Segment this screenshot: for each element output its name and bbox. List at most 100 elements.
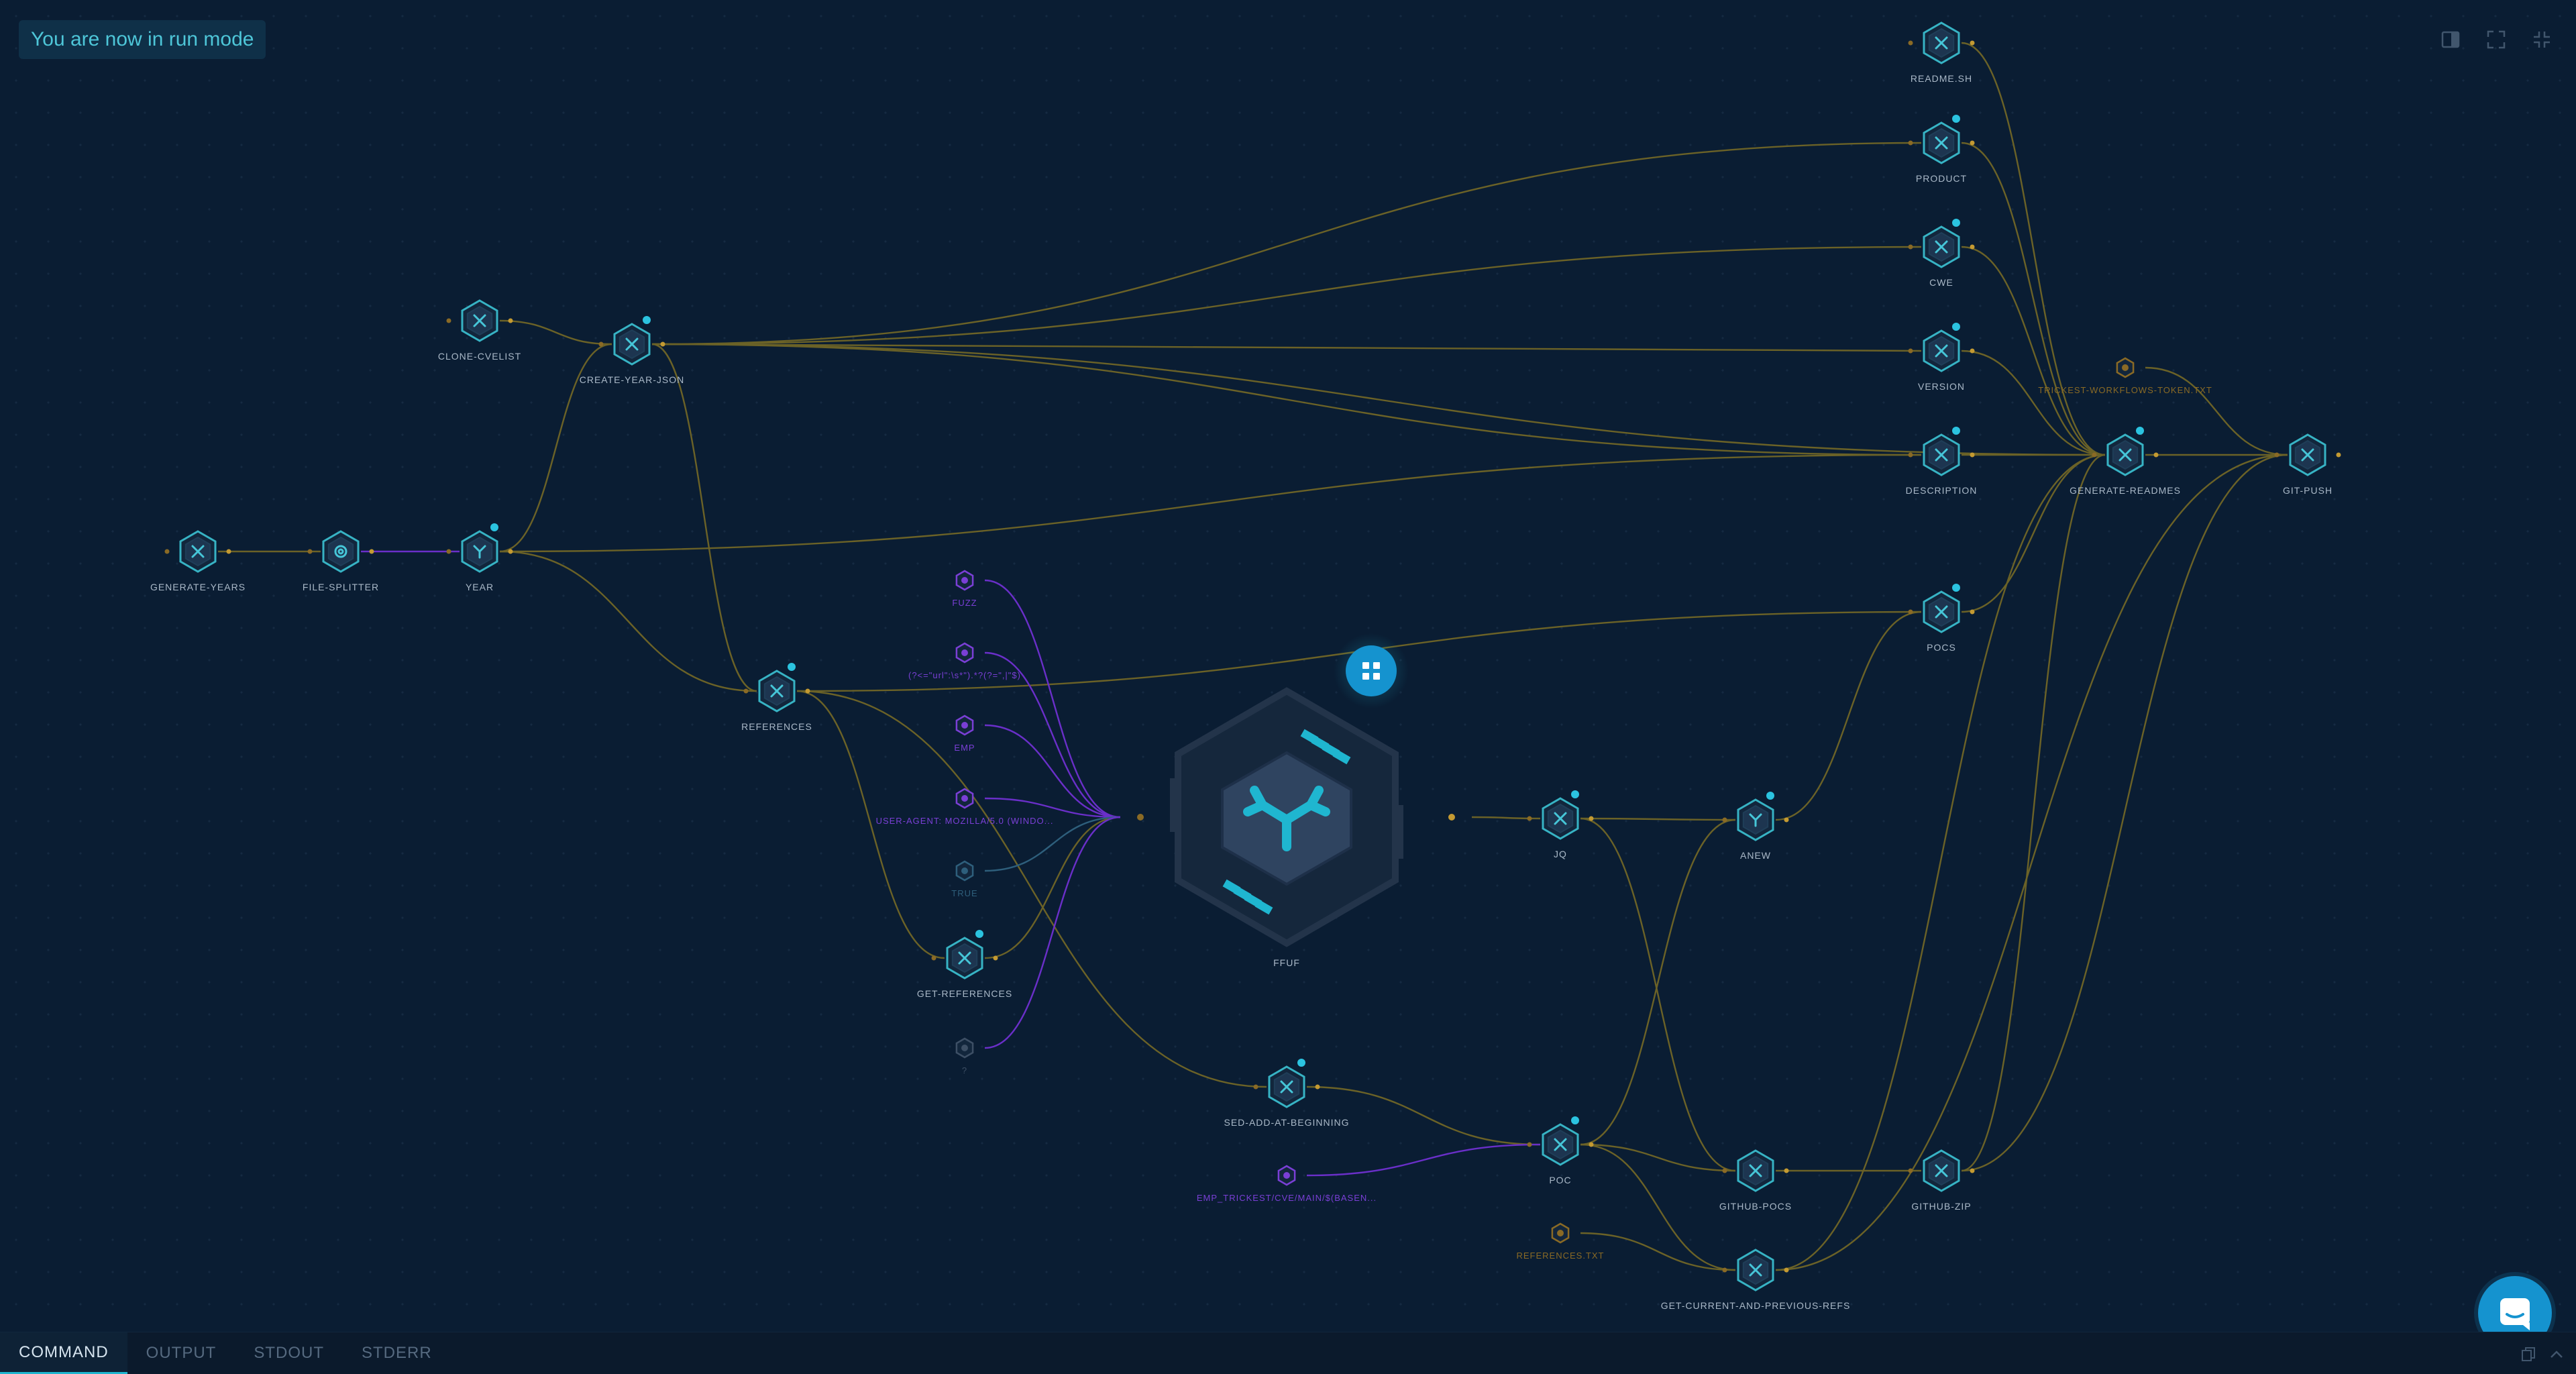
node-get-current-and-previous-refs[interactable]: GET-CURRENT-AND-PREVIOUS-REFS bbox=[1661, 1249, 1851, 1311]
input-handle[interactable] bbox=[2274, 452, 2279, 458]
input-handle[interactable] bbox=[931, 955, 936, 961]
node-label: GENERATE-READMES bbox=[2070, 485, 2181, 496]
output-handle[interactable] bbox=[1970, 244, 1975, 250]
variable-input[interactable]: TRICKEST-WORKFLOWS-TOKEN.TXT bbox=[2038, 357, 2212, 395]
variable-input[interactable]: USER-AGENT: MOZILLA/5.0 (WINDO... bbox=[876, 788, 1054, 826]
edge bbox=[499, 454, 1922, 553]
variable-input[interactable]: FUZZ bbox=[952, 570, 977, 608]
output-handle[interactable] bbox=[226, 549, 231, 554]
input-handle[interactable] bbox=[446, 318, 451, 323]
input-handle[interactable] bbox=[1722, 1168, 1727, 1173]
variable-dot bbox=[961, 867, 968, 874]
ffuf-node[interactable]: FFUF bbox=[1137, 687, 1455, 968]
node-get-references[interactable]: GET-REFERENCES bbox=[917, 930, 1012, 999]
output-handle[interactable] bbox=[1970, 1168, 1975, 1173]
output-handle[interactable] bbox=[805, 688, 810, 694]
output-handle[interactable] bbox=[1970, 140, 1975, 146]
chevron-up-icon[interactable] bbox=[2548, 1346, 2565, 1363]
tab-output[interactable]: OUTPUT bbox=[127, 1332, 235, 1374]
input-handle[interactable] bbox=[743, 688, 749, 694]
variable-input[interactable]: EMP bbox=[954, 715, 975, 753]
variable-input[interactable]: EMP_TRICKEST/CVE/MAIN/$(BASEN... bbox=[1197, 1165, 1377, 1203]
input-handle[interactable] bbox=[1908, 244, 1913, 250]
node-description[interactable]: DESCRIPTION bbox=[1906, 427, 1978, 496]
input-handle[interactable] bbox=[1527, 816, 1532, 821]
node-year[interactable]: YEAR bbox=[446, 523, 513, 592]
variable-label: REFERENCES.TXT bbox=[1516, 1251, 1604, 1261]
input-handle[interactable] bbox=[1253, 1084, 1258, 1090]
node-generate-readmes[interactable]: GENERATE-READMES bbox=[2070, 427, 2181, 496]
node-label: GET-REFERENCES bbox=[917, 988, 1012, 999]
output-handle[interactable] bbox=[1784, 817, 1789, 823]
input-handle[interactable] bbox=[1908, 1168, 1913, 1173]
edge bbox=[1775, 454, 2106, 1271]
tab-command[interactable]: COMMAND bbox=[0, 1332, 127, 1374]
variable-input[interactable]: ? bbox=[955, 1037, 974, 1075]
ffuf-handle-right[interactable] bbox=[1448, 814, 1455, 821]
output-handle[interactable] bbox=[1970, 40, 1975, 46]
input-handle[interactable] bbox=[446, 549, 451, 554]
node-label: PRODUCT bbox=[1916, 173, 1967, 184]
node-generate-years[interactable]: GENERATE-YEARS bbox=[150, 530, 246, 592]
variable-input[interactable]: TRUE bbox=[951, 860, 977, 898]
variable-input[interactable]: (?<="url":\s*").*?(?=",|"$) bbox=[908, 642, 1021, 680]
output-handle[interactable] bbox=[1784, 1168, 1789, 1173]
node-label: CWE bbox=[1929, 277, 1953, 288]
input-handle[interactable] bbox=[1527, 1142, 1532, 1147]
input-handle[interactable] bbox=[164, 549, 170, 554]
input-handle[interactable] bbox=[307, 549, 313, 554]
node-cwe[interactable]: CWE bbox=[1908, 219, 1975, 288]
output-handle[interactable] bbox=[660, 341, 665, 347]
variable-dot bbox=[961, 795, 968, 802]
output-handle[interactable] bbox=[1970, 452, 1975, 458]
input-handle[interactable] bbox=[1908, 40, 1913, 46]
status-dot bbox=[490, 523, 498, 531]
output-handle[interactable] bbox=[1315, 1084, 1320, 1090]
node-product[interactable]: PRODUCT bbox=[1908, 115, 1975, 184]
output-handle[interactable] bbox=[993, 955, 998, 961]
output-handle[interactable] bbox=[1589, 1142, 1594, 1147]
input-handle[interactable] bbox=[1908, 609, 1913, 615]
node-clone-cvelist[interactable]: CLONE-CVELIST bbox=[438, 299, 521, 362]
node-pocs[interactable]: POCS bbox=[1908, 584, 1975, 653]
edge bbox=[1961, 246, 2106, 456]
output-handle[interactable] bbox=[369, 549, 374, 554]
node-sed-add-at-beginning[interactable]: SED-ADD-AT-BEGINNING bbox=[1224, 1059, 1350, 1128]
output-handle[interactable] bbox=[508, 549, 513, 554]
input-handle[interactable] bbox=[1722, 1267, 1727, 1273]
output-handle[interactable] bbox=[2336, 452, 2341, 458]
node-anew[interactable]: ANEW bbox=[1722, 792, 1789, 861]
node-label: POC bbox=[1549, 1175, 1571, 1185]
node-file-splitter[interactable]: FILE-SPLITTER bbox=[303, 530, 379, 592]
node-github-pocs[interactable]: GITHUB-POCS bbox=[1719, 1149, 1792, 1212]
output-handle[interactable] bbox=[1589, 816, 1594, 821]
node-references[interactable]: REFERENCES bbox=[741, 663, 812, 732]
output-handle[interactable] bbox=[1784, 1267, 1789, 1273]
ffuf-handle-left[interactable] bbox=[1137, 814, 1144, 821]
node-git-push[interactable]: GIT-PUSH bbox=[2274, 433, 2341, 496]
input-handle[interactable] bbox=[1908, 348, 1913, 354]
tab-stderr[interactable]: STDERR bbox=[343, 1332, 451, 1374]
input-handle[interactable] bbox=[1908, 452, 1913, 458]
node-inner-hexagon bbox=[327, 536, 354, 567]
node-jq[interactable]: JQ bbox=[1527, 790, 1594, 859]
output-handle[interactable] bbox=[1970, 609, 1975, 615]
node-readme-sh[interactable]: README.SH bbox=[1908, 21, 1975, 84]
node-poc[interactable]: POC bbox=[1527, 1116, 1594, 1185]
input-handle[interactable] bbox=[598, 341, 604, 347]
output-handle[interactable] bbox=[508, 318, 513, 323]
node-menu-button[interactable] bbox=[1334, 633, 1409, 708]
tab-stdout[interactable]: STDOUT bbox=[235, 1332, 343, 1374]
variable-label: EMP bbox=[954, 743, 975, 753]
output-handle[interactable] bbox=[2153, 452, 2159, 458]
output-handle[interactable] bbox=[1970, 348, 1975, 354]
copy-icon[interactable] bbox=[2520, 1346, 2537, 1363]
node-label: JQ bbox=[1554, 849, 1567, 859]
input-handle[interactable] bbox=[2092, 452, 2097, 458]
variable-dot bbox=[961, 722, 968, 729]
node-version[interactable]: VERSION bbox=[1908, 323, 1975, 392]
input-handle[interactable] bbox=[1722, 817, 1727, 823]
variable-input[interactable]: REFERENCES.TXT bbox=[1516, 1222, 1604, 1261]
edge bbox=[651, 343, 1922, 456]
input-handle[interactable] bbox=[1908, 140, 1913, 146]
